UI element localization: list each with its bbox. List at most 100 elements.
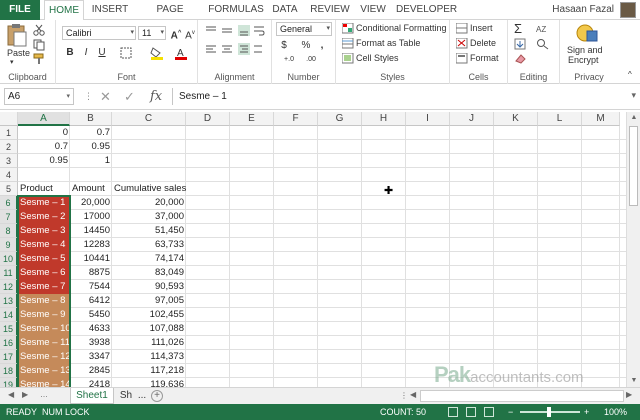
format-button[interactable]: Format [470, 53, 499, 63]
table-cell-cumulative[interactable]: 102,455 [112, 308, 186, 322]
table-cell-product[interactable]: Sesme – 11 [18, 336, 70, 350]
horizontal-scrollbar[interactable] [420, 390, 624, 402]
increase-decimal-button[interactable]: +.0 [280, 54, 298, 66]
currency-button[interactable]: $ [278, 40, 290, 52]
tab-home[interactable]: HOME [44, 0, 84, 21]
underline-button[interactable]: U [96, 47, 108, 59]
enter-icon[interactable]: ✓ [124, 88, 135, 105]
bold-button[interactable]: B [64, 47, 76, 59]
row-header-4[interactable]: 4 [0, 168, 18, 182]
tab-page-layout[interactable]: PAGE LAYOUT [138, 0, 202, 35]
column-header-k[interactable]: K [494, 112, 538, 126]
table-cell-amount[interactable]: 3347 [70, 350, 112, 364]
column-header-l[interactable]: L [538, 112, 582, 126]
table-cell-amount[interactable]: 12283 [70, 238, 112, 252]
sheet-ellipsis-right[interactable]: ... [136, 388, 148, 404]
tab-insert[interactable]: INSERT [88, 0, 132, 20]
sum-icon[interactable]: Σ [514, 21, 522, 36]
format-painter-icon[interactable] [33, 53, 45, 65]
column-header-i[interactable]: I [406, 112, 450, 126]
grow-font-icon[interactable]: A^ [170, 27, 182, 41]
select-all-corner[interactable] [0, 112, 18, 126]
scroll-up-icon[interactable]: ▲ [627, 112, 640, 124]
scroll-down-icon[interactable]: ▼ [627, 375, 640, 387]
column-header-m[interactable]: M [582, 112, 620, 126]
table-cell-cumulative[interactable]: 51,450 [112, 224, 186, 238]
table-cell-product[interactable]: Sesme – 10 [18, 322, 70, 336]
row-header-16[interactable]: 16 [0, 336, 18, 350]
tab-formulas[interactable]: FORMULAS [208, 0, 264, 20]
cell-a3[interactable]: 0.95 [18, 154, 70, 168]
column-header-g[interactable]: G [318, 112, 362, 126]
scroll-right-icon[interactable]: ▶ [626, 390, 632, 399]
number-format-select[interactable]: General ▾ [276, 22, 332, 36]
cancel-icon[interactable]: ✕ [100, 88, 111, 105]
table-cell-cumulative[interactable]: 117,218 [112, 364, 186, 378]
cell-b1[interactable]: 0.7 [70, 126, 112, 140]
row-header-13[interactable]: 13 [0, 294, 18, 308]
zoom-out-icon[interactable]: − [508, 404, 513, 420]
delete-button[interactable]: Delete [470, 38, 496, 48]
column-header-j[interactable]: J [450, 112, 494, 126]
add-sheet-icon[interactable]: + [151, 390, 163, 402]
formula-input[interactable]: Sesme – 1 [172, 88, 624, 105]
prev-sheet-icon[interactable]: ◀ [8, 390, 14, 399]
sheet-tab-sheet1[interactable]: Sheet1 [70, 388, 114, 404]
table-cell-amount[interactable]: 8875 [70, 266, 112, 280]
table-cell-cumulative[interactable]: 111,026 [112, 336, 186, 350]
table-cell-amount[interactable]: 17000 [70, 210, 112, 224]
cell-a2[interactable]: 0.7 [18, 140, 70, 154]
table-cell-product[interactable]: Sesme – 2 [18, 210, 70, 224]
table-cell-product[interactable]: Sesme – 3 [18, 224, 70, 238]
splitter-icon[interactable]: ⋮ [400, 391, 408, 400]
sheet-tab-truncated[interactable]: Sh [116, 388, 136, 404]
tab-data[interactable]: DATA [268, 0, 302, 20]
row-header-10[interactable]: 10 [0, 252, 18, 266]
table-cell-product[interactable]: Sesme – 8 [18, 294, 70, 308]
table-cell-amount[interactable]: 20,000 [70, 196, 112, 210]
cell-b3[interactable]: 1 [70, 154, 112, 168]
wrap-text-icon[interactable] [252, 24, 266, 38]
row-header-1[interactable]: 1 [0, 126, 18, 140]
column-header-h[interactable]: H [362, 112, 406, 126]
table-cell-product[interactable]: Sesme – 13 [18, 364, 70, 378]
cell-c5-cumulative-header[interactable]: Cumulative sales [112, 182, 186, 196]
table-cell-amount[interactable]: 2845 [70, 364, 112, 378]
cell-a1[interactable]: 0 [18, 126, 70, 140]
cell-a5-product-header[interactable]: Product [18, 182, 70, 196]
row-header-17[interactable]: 17 [0, 350, 18, 364]
tab-view[interactable]: VIEW [356, 0, 390, 20]
font-size-select[interactable]: 11 ▾ [138, 26, 166, 40]
expand-formula-icon[interactable]: ▾ [631, 90, 636, 101]
tab-review[interactable]: REVIEW [308, 0, 352, 20]
name-box[interactable]: A6 ▾ [4, 88, 74, 105]
table-cell-product[interactable]: Sesme – 7 [18, 280, 70, 294]
fill-color-icon[interactable] [150, 46, 164, 60]
fill-icon[interactable] [514, 38, 528, 50]
row-header-12[interactable]: 12 [0, 280, 18, 294]
column-header-c[interactable]: C [112, 112, 186, 126]
table-cell-cumulative[interactable]: 63,733 [112, 238, 186, 252]
zoom-level[interactable]: 100% [604, 404, 627, 420]
table-cell-amount[interactable]: 3938 [70, 336, 112, 350]
scroll-left-icon[interactable]: ◀ [410, 390, 416, 399]
row-header-18[interactable]: 18 [0, 364, 18, 378]
row-header-7[interactable]: 7 [0, 210, 18, 224]
row-header-5[interactable]: 5 [0, 182, 18, 196]
table-cell-product[interactable]: Sesme – 9 [18, 308, 70, 322]
normal-view-icon[interactable] [448, 407, 458, 417]
table-cell-amount[interactable]: 7544 [70, 280, 112, 294]
sign-button-line1[interactable]: Sign and [567, 45, 603, 55]
font-name-select[interactable]: Calibri ▾ [62, 26, 136, 40]
table-cell-product[interactable]: Sesme – 12 [18, 350, 70, 364]
row-header-6[interactable]: 6 [0, 196, 18, 210]
page-break-view-icon[interactable] [484, 407, 494, 417]
row-header-9[interactable]: 9 [0, 238, 18, 252]
table-cell-product[interactable]: Sesme – 1 [18, 196, 70, 210]
table-cell-cumulative[interactable]: 37,000 [112, 210, 186, 224]
tab-file[interactable]: FILE [0, 0, 40, 20]
column-header-a[interactable]: A [18, 112, 70, 126]
table-cell-amount[interactable]: 5450 [70, 308, 112, 322]
table-cell-product[interactable]: Sesme – 5 [18, 252, 70, 266]
table-cell-cumulative[interactable]: 74,174 [112, 252, 186, 266]
